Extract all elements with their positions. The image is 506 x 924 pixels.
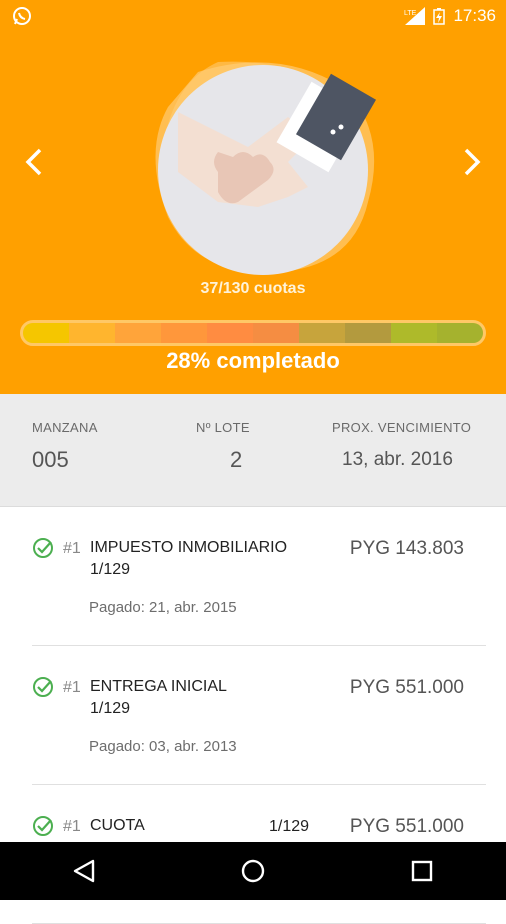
- progress-segment: [391, 323, 437, 343]
- status-bar: LTE 17:36: [0, 0, 506, 32]
- lote-value: 2: [230, 447, 243, 472]
- status-time: 17:36: [453, 6, 496, 25]
- payment-fraction: 1/129: [269, 818, 310, 835]
- recents-square-icon: [411, 860, 432, 882]
- payment-name: IMPUESTO INMOBILIARIO: [90, 539, 288, 556]
- hero-section: 37/130 cuotas 28% completado: [0, 32, 506, 394]
- progress-segment: [115, 323, 161, 343]
- progress-segment: [207, 323, 253, 343]
- payment-amount: PYG 551.000: [349, 816, 464, 837]
- progress-segment: [437, 323, 483, 343]
- signal-icon: LTE: [404, 7, 426, 25]
- lote-label: Nº LOTE: [196, 420, 250, 435]
- cuotas-count: 37/130 cuotas: [200, 280, 306, 297]
- payment-name: ENTREGA INICIAL: [90, 678, 227, 695]
- vencimiento-field: PROX. VENCIMIENTO 13, abr. 2016: [332, 420, 471, 471]
- check-circle-icon: [33, 677, 53, 697]
- lot-summary: MANZANA 005 Nº LOTE 2 PROX. VENCIMIENTO …: [0, 394, 506, 507]
- whatsapp-icon: [13, 7, 31, 25]
- chevron-left-icon[interactable]: [20, 142, 50, 182]
- payment-amount: PYG 551.000: [349, 677, 464, 698]
- home-circle-icon: [241, 859, 265, 883]
- payment-fraction: 1/129: [90, 561, 131, 578]
- payment-paid-date: Pagado: 21, abr. 2015: [89, 599, 237, 616]
- check-circle-icon: [33, 816, 53, 836]
- progress-bar: [20, 320, 486, 346]
- manzana-value: 005: [32, 447, 69, 472]
- manzana-label: MANZANA: [32, 420, 98, 435]
- payment-number: #1: [63, 818, 81, 835]
- payment-item[interactable]: #1 ENTREGA INICIAL 1/129 PYG 551.000 Pag…: [32, 646, 486, 785]
- network-label: LTE: [404, 10, 417, 17]
- progress-segment: [253, 323, 299, 343]
- progress-segment: [345, 323, 391, 343]
- handshake-illustration: [155, 61, 377, 275]
- vencimiento-value: 13, abr. 2016: [342, 449, 453, 470]
- manzana-field: MANZANA 005: [32, 420, 98, 473]
- back-button[interactable]: [64, 851, 104, 891]
- payment-number: #1: [63, 540, 81, 557]
- progress-segment: [23, 323, 69, 343]
- recents-button[interactable]: [402, 851, 442, 891]
- system-navigation-bar: [0, 842, 506, 900]
- payment-paid-date: Pagado: 03, abr. 2013: [89, 738, 237, 755]
- payment-amount: PYG 143.803: [349, 538, 464, 559]
- progress-segment: [299, 323, 345, 343]
- payment-fraction: 1/129: [90, 700, 131, 717]
- home-button[interactable]: [233, 851, 273, 891]
- progress-segments: [23, 323, 483, 343]
- back-triangle-icon: [74, 859, 95, 883]
- payment-item[interactable]: #1 IMPUESTO INMOBILIARIO 1/129 PYG 143.8…: [32, 507, 486, 646]
- vencimiento-label: PROX. VENCIMIENTO: [332, 420, 472, 435]
- completion-percent: 28% completado: [166, 348, 340, 373]
- payment-name: CUOTA: [90, 817, 145, 834]
- chevron-right-icon[interactable]: [456, 142, 486, 182]
- payment-number: #1: [63, 679, 81, 696]
- check-circle-icon: [33, 538, 53, 558]
- lote-field: Nº LOTE 2: [196, 420, 250, 473]
- battery-icon: [433, 8, 446, 25]
- progress-segment: [161, 323, 207, 343]
- progress-segment: [69, 323, 115, 343]
